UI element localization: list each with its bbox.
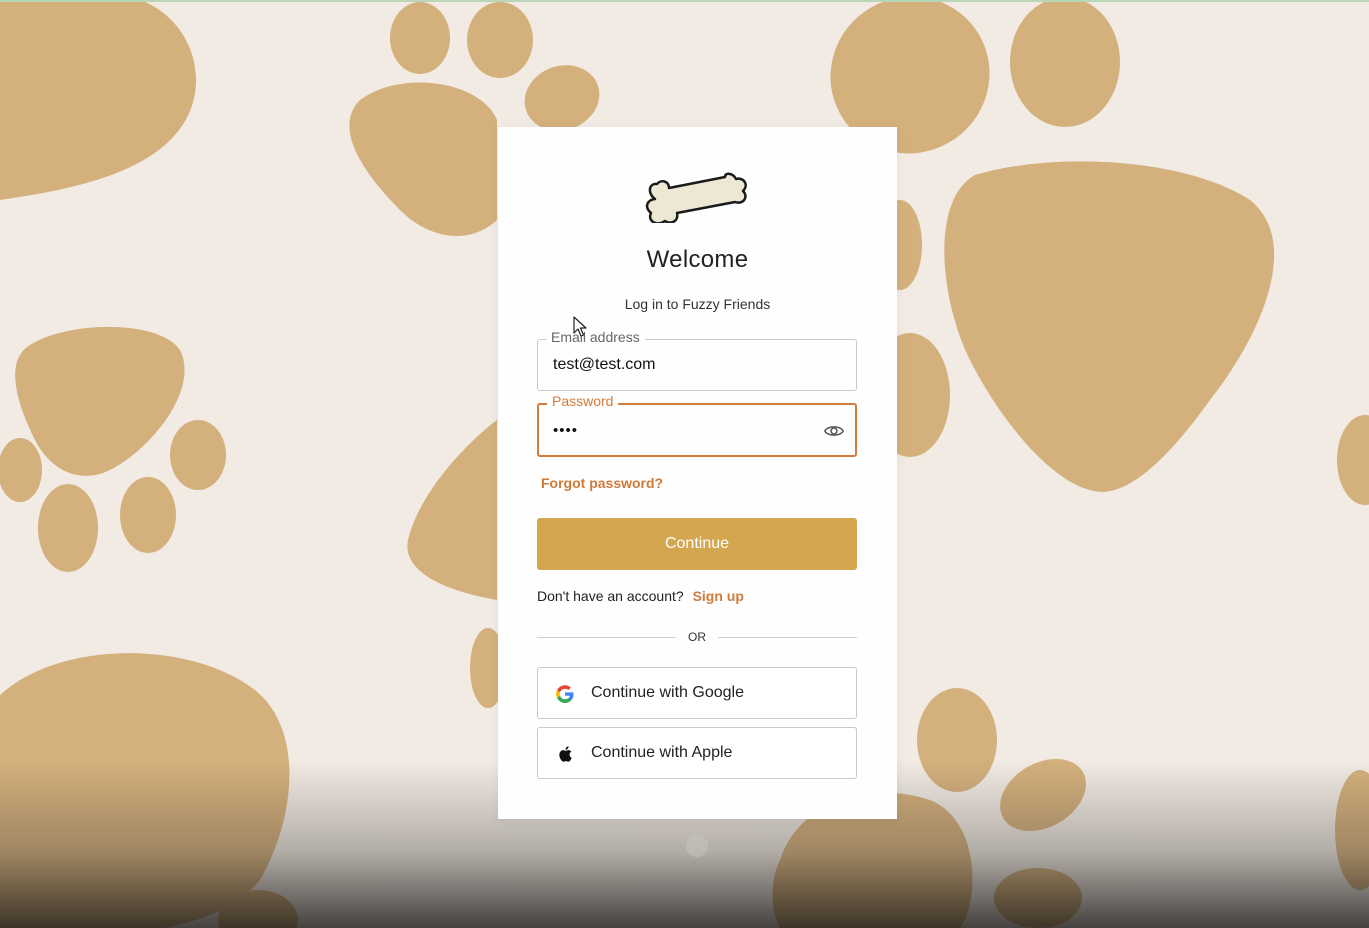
apple-login-button[interactable]: Continue with Apple bbox=[537, 727, 857, 779]
top-border-line bbox=[0, 0, 1369, 2]
page-subtitle: Log in to Fuzzy Friends bbox=[624, 296, 771, 312]
bone-logo-icon bbox=[645, 172, 747, 223]
eye-icon[interactable] bbox=[823, 420, 845, 442]
page-title: Welcome bbox=[646, 246, 749, 273]
google-button-label: Continue with Google bbox=[591, 684, 744, 701]
continue-button[interactable]: Continue bbox=[537, 518, 857, 570]
floating-badge-icon bbox=[686, 835, 708, 857]
login-card: Welcome Log in to Fuzzy Friends Email ad… bbox=[498, 127, 897, 819]
divider-line-right bbox=[718, 637, 857, 638]
forgot-password-link[interactable]: Forgot password? bbox=[541, 475, 663, 491]
google-icon bbox=[556, 685, 574, 703]
signup-row: Don't have an account? Sign up bbox=[537, 588, 744, 604]
email-input[interactable] bbox=[553, 340, 803, 390]
signup-link[interactable]: Sign up bbox=[693, 588, 744, 604]
password-field: Password bbox=[537, 393, 857, 457]
no-account-text: Don't have an account? bbox=[537, 588, 684, 604]
or-divider: OR bbox=[537, 629, 857, 645]
apple-button-label: Continue with Apple bbox=[591, 744, 733, 761]
password-input[interactable] bbox=[553, 405, 803, 455]
apple-icon bbox=[559, 746, 572, 762]
email-field: Email address bbox=[537, 329, 857, 391]
google-login-button[interactable]: Continue with Google bbox=[537, 667, 857, 719]
